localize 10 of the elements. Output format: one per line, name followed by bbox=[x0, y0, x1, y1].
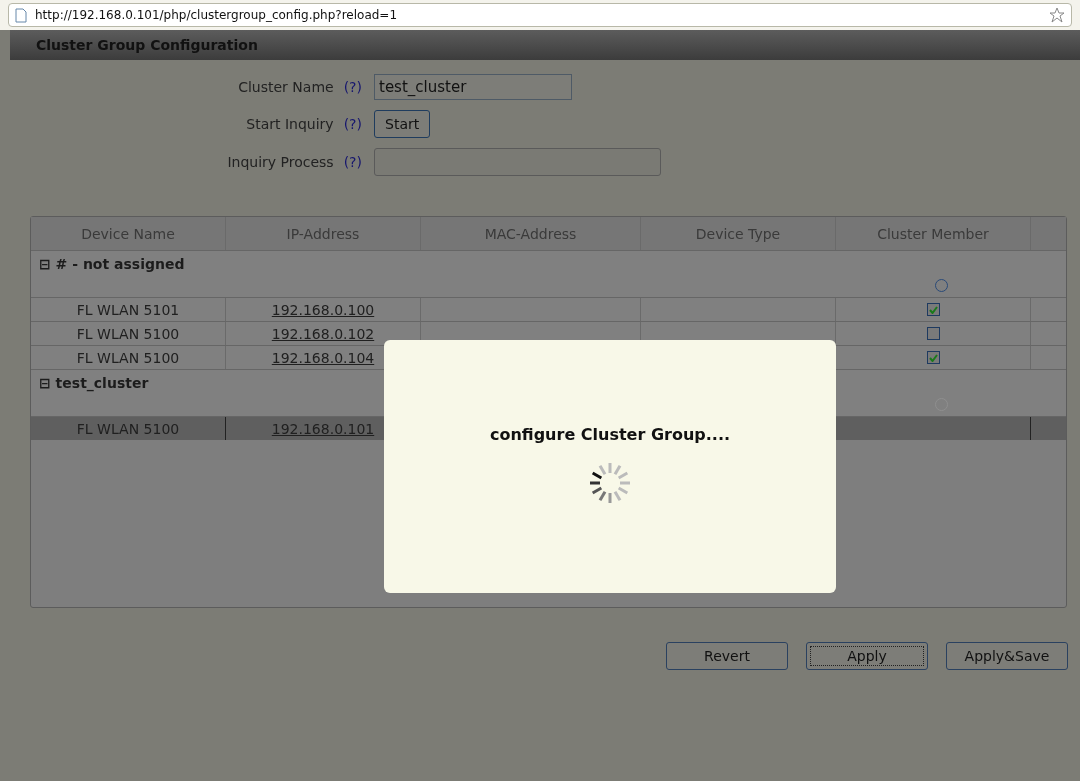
dialog-message: configure Cluster Group.... bbox=[489, 425, 731, 444]
url-text: http://192.168.0.101/php/clustergroup_config.php?reload=1 bbox=[35, 8, 399, 22]
field-label: Start Inquiry bbox=[246, 116, 334, 132]
device-name: FL WLAN 5100 bbox=[76, 325, 180, 342]
device-name: FL WLAN 5100 bbox=[76, 420, 180, 437]
field-label: Inquiry Process bbox=[227, 154, 334, 170]
device-name: FL WLAN 5100 bbox=[76, 349, 180, 366]
device-name: FL WLAN 5101 bbox=[76, 301, 180, 318]
field-label: Cluster Name bbox=[238, 79, 334, 95]
page-title: Cluster Group Configuration bbox=[10, 30, 1080, 60]
